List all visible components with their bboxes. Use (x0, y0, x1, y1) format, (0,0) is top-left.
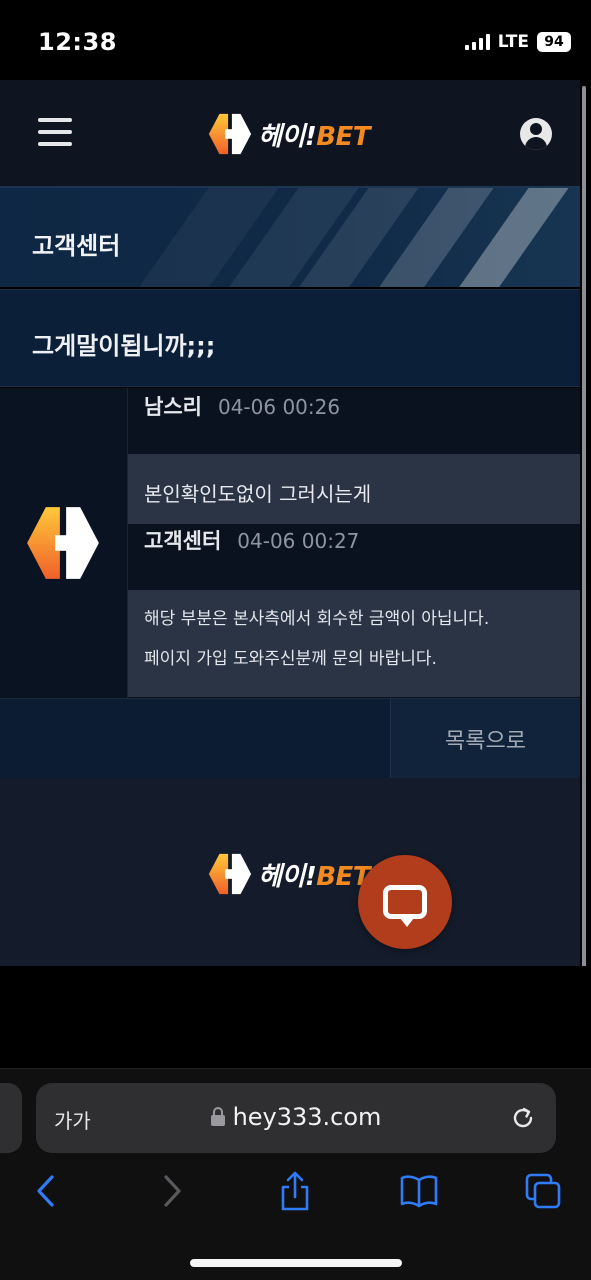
section-banner: 고객센터 (0, 186, 580, 287)
bookmarks-icon[interactable] (397, 1169, 441, 1213)
address-bar[interactable]: 가가 hey333.com (36, 1083, 556, 1153)
reload-icon[interactable] (510, 1105, 536, 1131)
user-profile-icon[interactable] (520, 118, 552, 150)
page-overscroll (0, 966, 591, 1068)
logo-wordmark: 헤이!BET (258, 121, 371, 152)
url-text[interactable]: hey333.com (233, 1103, 382, 1131)
status-bar: 12:38 LTE 94 (0, 0, 591, 80)
site-footer: 헤이!BET (0, 778, 580, 966)
reply-timestamp: 04-06 00:27 (237, 529, 360, 553)
message-timestamp: 04-06 00:26 (217, 395, 341, 419)
post-actions: 목록으로 (0, 698, 580, 778)
post-thread: 남스리 04-06 00:26 본인확인도없이 그러시는게 고객센터 04-06… (0, 388, 580, 698)
post-title-bar: 그게말이됩니까;;; (0, 289, 580, 387)
live-chat-button[interactable] (358, 855, 452, 949)
reply-meta: 고객센터 04-06 00:27 (144, 525, 359, 555)
chat-bubble-icon (383, 885, 427, 927)
thread-sidebar (0, 388, 128, 698)
signal-icon (464, 34, 490, 50)
lock-icon (210, 1107, 225, 1127)
message-text: 본인확인도없이 그러시는게 (144, 482, 372, 506)
previous-tab-peek[interactable] (0, 1083, 22, 1153)
reply-author: 고객센터 (144, 529, 222, 553)
status-indicators: LTE 94 (464, 32, 571, 52)
network-type: LTE (497, 32, 529, 52)
post-title: 그게말이됩니까;;; (32, 332, 216, 360)
footer-logo: 헤이!BET (206, 850, 371, 898)
back-to-list-button[interactable]: 목록으로 (390, 699, 580, 778)
logo-mark-icon (208, 853, 252, 895)
message-author: 남스리 (144, 395, 202, 419)
home-indicator[interactable] (190, 1259, 402, 1267)
browser-toolbar: 가가 hey333.com (0, 1068, 591, 1280)
reply-text-line: 페이지 가입 도와주신분께 문의 바랍니다. (144, 649, 437, 669)
forward-icon[interactable] (150, 1169, 194, 1213)
url-display[interactable]: hey333.com (36, 1103, 556, 1131)
site-header: 헤이!BET (0, 80, 580, 186)
battery-icon: 94 (537, 32, 571, 52)
share-icon[interactable] (273, 1169, 317, 1213)
tabs-icon[interactable] (521, 1169, 565, 1213)
message-meta: 남스리 04-06 00:26 (144, 391, 340, 421)
status-time: 12:38 (38, 28, 117, 56)
site-logo[interactable]: 헤이!BET (206, 110, 371, 158)
logo-mark-icon (208, 113, 252, 155)
back-icon[interactable] (24, 1169, 68, 1213)
page-title: 고객센터 (32, 232, 121, 260)
logo-mark-icon (27, 507, 99, 579)
reply-text-line: 해당 부분은 본사측에서 회수한 금액이 아닙니다. (144, 609, 490, 629)
hamburger-menu-icon[interactable] (38, 118, 72, 146)
page-scrollbar[interactable] (582, 86, 586, 972)
logo-wordmark: 헤이!BET (258, 861, 371, 892)
